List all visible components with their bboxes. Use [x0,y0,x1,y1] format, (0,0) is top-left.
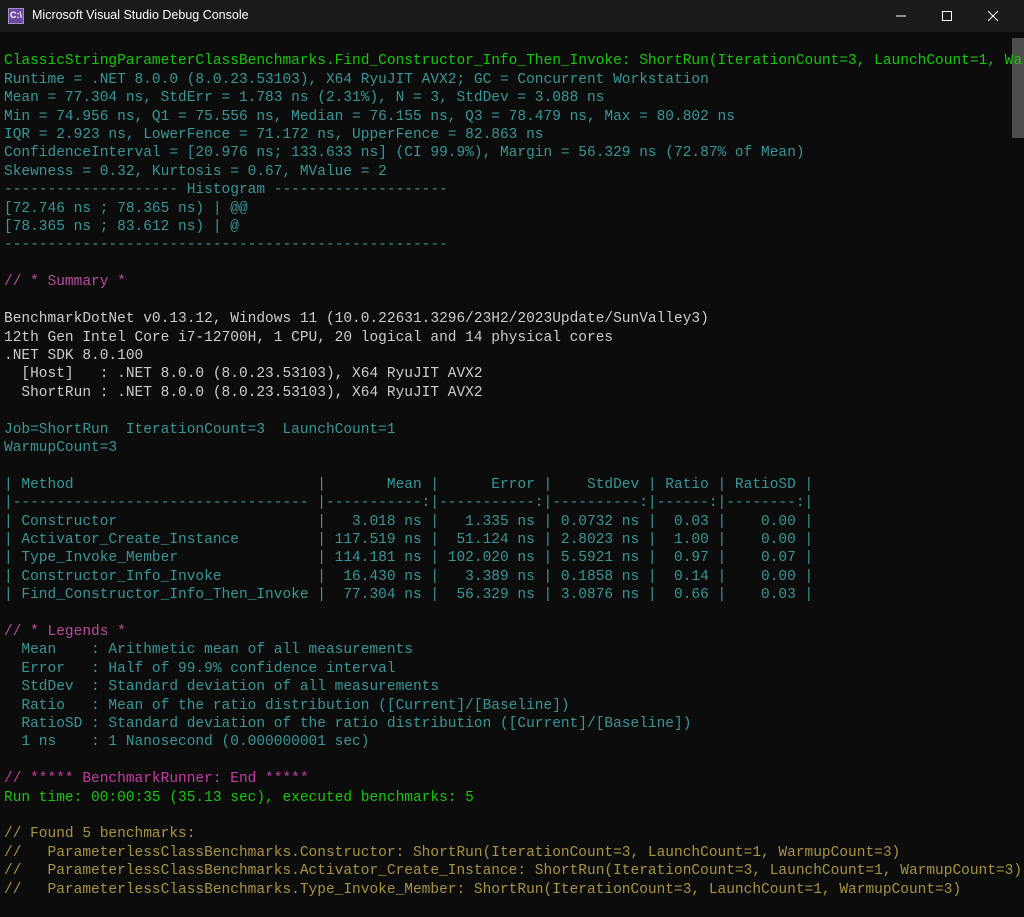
stat-min: Min = 74.956 ns, Q1 = 75.556 ns, Median … [4,109,735,125]
env-line: [Host] : .NET 8.0.0 (8.0.23.53103), X64 … [4,366,483,382]
env-line: BenchmarkDotNet v0.13.12, Windows 11 (10… [4,311,709,327]
minimize-button[interactable] [878,0,924,32]
job-line: WarmupCount=3 [4,440,117,456]
histogram-row: [72.746 ns ; 78.365 ns) | @@ [4,201,248,217]
job-line: Job=ShortRun IterationCount=3 LaunchCoun… [4,422,396,438]
minimize-icon [896,11,906,21]
legend-line: StdDev : Standard deviation of all measu… [4,679,439,695]
histogram-sep: ----------------------------------------… [4,237,448,253]
benchmark-header: ClassicStringParameterClassBenchmarks.Fi… [4,53,1024,69]
legend-line: Mean : Arithmetic mean of all measuremen… [4,642,413,658]
maximize-icon [942,11,952,21]
stat-mean: Mean = 77.304 ns, StdErr = 1.783 ns (2.3… [4,90,604,106]
window-title: Microsoft Visual Studio Debug Console [32,8,878,24]
benchmark-runner-end: // ***** BenchmarkRunner: End ***** [4,771,309,787]
run-time-line: Run time: 00:00:35 (35.13 sec), executed… [4,790,474,806]
env-line: ShortRun : .NET 8.0.0 (8.0.23.53103), X6… [4,385,483,401]
window-controls [878,0,1016,32]
titlebar[interactable]: C:\ Microsoft Visual Studio Debug Consol… [0,0,1024,32]
close-icon [988,11,998,21]
table-header: | Method | Mean | Error | StdDev | Ratio… [4,477,813,493]
stat-runtime: Runtime = .NET 8.0.0 (8.0.23.53103), X64… [4,72,709,88]
env-line: 12th Gen Intel Core i7-12700H, 1 CPU, 20… [4,330,613,346]
found-benchmark: // ParameterlessClassBenchmarks.Type_Inv… [4,882,961,898]
table-row: | Constructor_Info_Invoke | 16.430 ns | … [4,569,813,585]
histogram-header: -------------------- Histogram ---------… [4,182,448,198]
histogram-row: [78.365 ns ; 83.612 ns) | @ [4,219,239,235]
legend-line: Ratio : Mean of the ratio distribution (… [4,698,570,714]
table-row: | Constructor | 3.018 ns | 1.335 ns | 0.… [4,514,813,530]
found-benchmark: // ParameterlessClassBenchmarks.Activato… [4,863,1022,879]
legend-line: 1 ns : 1 Nanosecond (0.000000001 sec) [4,734,369,750]
stat-ci: ConfidenceInterval = [20.976 ns; 133.633… [4,145,805,161]
table-row: | Activator_Create_Instance | 117.519 ns… [4,532,813,548]
legends-header: // * Legends * [4,624,126,640]
stat-iqr: IQR = 2.923 ns, LowerFence = 71.172 ns, … [4,127,544,143]
table-row: | Type_Invoke_Member | 114.181 ns | 102.… [4,550,813,566]
legend-line: Error : Half of 99.9% confidence interva… [4,661,396,677]
found-header: // Found 5 benchmarks: [4,826,195,842]
table-separator: |---------------------------------- |---… [4,495,813,511]
maximize-button[interactable] [924,0,970,32]
app-icon: C:\ [8,8,24,24]
stat-skew: Skewness = 0.32, Kurtosis = 0.67, MValue… [4,164,387,180]
legend-line: RatioSD : Standard deviation of the rati… [4,716,691,732]
table-row: | Find_Constructor_Info_Then_Invoke | 77… [4,587,813,603]
close-button[interactable] [970,0,1016,32]
console-output[interactable]: ClassicStringParameterClassBenchmarks.Fi… [0,32,1024,901]
env-line: .NET SDK 8.0.100 [4,348,143,364]
summary-header: // * Summary * [4,274,126,290]
found-benchmark: // ParameterlessClassBenchmarks.Construc… [4,845,900,861]
